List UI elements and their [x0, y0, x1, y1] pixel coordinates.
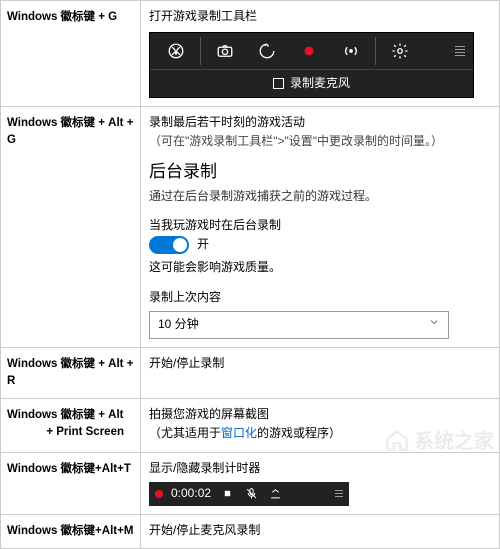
line: 录制最后若干时刻的游戏活动: [149, 113, 491, 132]
recording-dot-icon: [155, 490, 163, 498]
mic-checkbox-row[interactable]: 录制麦克风: [150, 69, 473, 97]
separator: [200, 37, 201, 65]
move-handle-icon[interactable]: [335, 490, 343, 497]
game-bar: 录制麦克风: [149, 32, 474, 98]
settings-gear-icon[interactable]: [380, 35, 420, 67]
chevron-down-icon: [428, 315, 440, 334]
checkbox-icon[interactable]: [273, 78, 284, 89]
row-content: 打开游戏录制工具栏: [141, 1, 499, 106]
stop-button[interactable]: [219, 487, 235, 500]
row-title: 打开游戏录制工具栏: [149, 7, 491, 26]
move-handle-icon[interactable]: [453, 46, 467, 56]
game-bar-toolbar: [150, 33, 473, 69]
settings-table: Windows 徽标键 + G 打开游戏录制工具栏: [0, 0, 500, 549]
text: 开始/停止录制: [149, 354, 491, 373]
toggle-state: 开: [197, 235, 209, 254]
background-record-toggle[interactable]: [149, 236, 189, 254]
camera-icon[interactable]: [205, 35, 245, 67]
row-mic-record: Windows 徽标键+Alt+M 开始/停止麦克风录制: [1, 515, 499, 548]
row-content: 开始/停止麦克风录制: [141, 515, 499, 548]
section-heading: 后台录制: [149, 158, 491, 185]
warning-text: 这可能会影响游戏质量。: [149, 258, 491, 277]
mic-icon[interactable]: [243, 487, 259, 500]
shortcut-label: Windows 徽标键 + G: [1, 1, 141, 106]
row-background-record: Windows 徽标键 + Alt + G 录制最后若干时刻的游戏活动 （可在"…: [1, 107, 499, 348]
field-label: 录制上次内容: [149, 288, 491, 307]
line: 拍摄您游戏的屏幕截图: [149, 405, 491, 424]
shortcut-label: Windows 徽标键 + Alt + G: [1, 107, 141, 347]
select-value: 10 分钟: [158, 315, 199, 334]
row-timer: Windows 徽标键+Alt+T 显示/隐藏录制计时器 0:00:02: [1, 453, 499, 515]
text: 开始/停止麦克风录制: [149, 521, 491, 540]
broadcast-icon[interactable]: [331, 35, 371, 67]
section-desc: 通过在后台录制游戏捕获之前的游戏过程。: [149, 187, 491, 206]
row-content: 录制最后若干时刻的游戏活动 （可在"游戏录制工具栏">"设置"中更改录制的时间量…: [141, 107, 499, 347]
row-content: 拍摄您游戏的屏幕截图 （尤其适用于窗口化的游戏或程序）: [141, 399, 499, 451]
record-icon[interactable]: [289, 35, 329, 67]
toggle-label: 当我玩游戏时在后台录制: [149, 216, 491, 235]
mic-checkbox-label: 录制麦克风: [290, 74, 350, 93]
record-clip-icon[interactable]: [247, 35, 287, 67]
text: 显示/隐藏录制计时器: [149, 459, 491, 478]
minimize-icon[interactable]: [267, 487, 283, 500]
shortcut-label: Windows 徽标键 + Alt + R: [1, 348, 141, 399]
row-open-gamebar: Windows 徽标键 + G 打开游戏录制工具栏: [1, 1, 499, 107]
record-duration-select[interactable]: 10 分钟: [149, 311, 449, 339]
note: （可在"游戏录制工具栏">"设置"中更改录制的时间量。）: [149, 132, 491, 151]
row-content: 显示/隐藏录制计时器 0:00:02: [141, 453, 499, 514]
separator: [375, 37, 376, 65]
row-content: 开始/停止录制: [141, 348, 499, 399]
windowed-link[interactable]: 窗口化: [221, 426, 257, 440]
shortcut-label: Windows 徽标键+Alt+M: [1, 515, 141, 548]
shortcut-label: Windows 徽标键+Alt+T: [1, 453, 141, 514]
shortcut-label: Windows 徽标键 + Alt + Print Screen: [1, 399, 141, 451]
xbox-icon[interactable]: [156, 35, 196, 67]
timer-value: 0:00:02: [171, 484, 211, 503]
line: （尤其适用于窗口化的游戏或程序）: [149, 424, 491, 443]
row-screenshot: Windows 徽标键 + Alt + Print Screen 拍摄您游戏的屏…: [1, 399, 499, 452]
recording-timer-bar: 0:00:02: [149, 482, 349, 506]
row-start-stop-record: Windows 徽标键 + Alt + R 开始/停止录制: [1, 348, 499, 400]
